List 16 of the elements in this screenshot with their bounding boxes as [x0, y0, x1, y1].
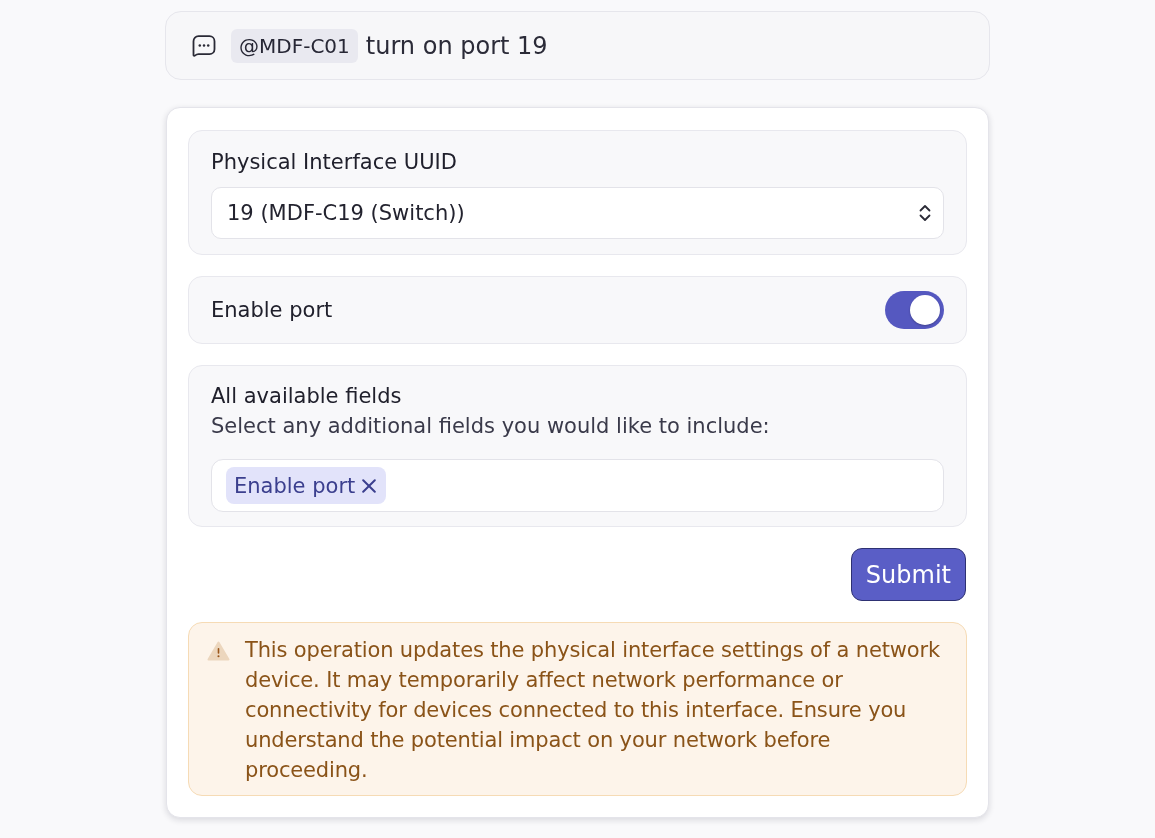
fields-select-input[interactable]: Enable port: [211, 459, 944, 512]
field-hint: Select any additional fields you would like to include:: [211, 413, 771, 440]
warning-icon: [207, 641, 230, 661]
message-text: turn on port 19: [365, 31, 548, 60]
chat-icon: [192, 34, 216, 57]
submit-button[interactable]: Submit: [850, 548, 966, 601]
field-label: All available fields: [211, 383, 403, 410]
close-icon[interactable]: [362, 478, 377, 493]
field-label: Enable port: [211, 297, 333, 324]
mention-tag: @MDF-C01: [231, 28, 358, 63]
field-label: Physical Interface UUID: [211, 149, 458, 176]
interface-select[interactable]: 19 (MDF-C19 (Switch)): [211, 187, 944, 239]
warning-text: This operation updates the physical interface settings of a network device. It may temporarily affect network performance or connectivity for devices connected to this interface. Ensure you understand the potential impact on your network before proceeding.: [245, 637, 942, 784]
tag-label: Enable port: [234, 473, 356, 498]
chevron-up-down-icon: [919, 204, 931, 222]
enable-port-toggle[interactable]: [885, 291, 944, 329]
